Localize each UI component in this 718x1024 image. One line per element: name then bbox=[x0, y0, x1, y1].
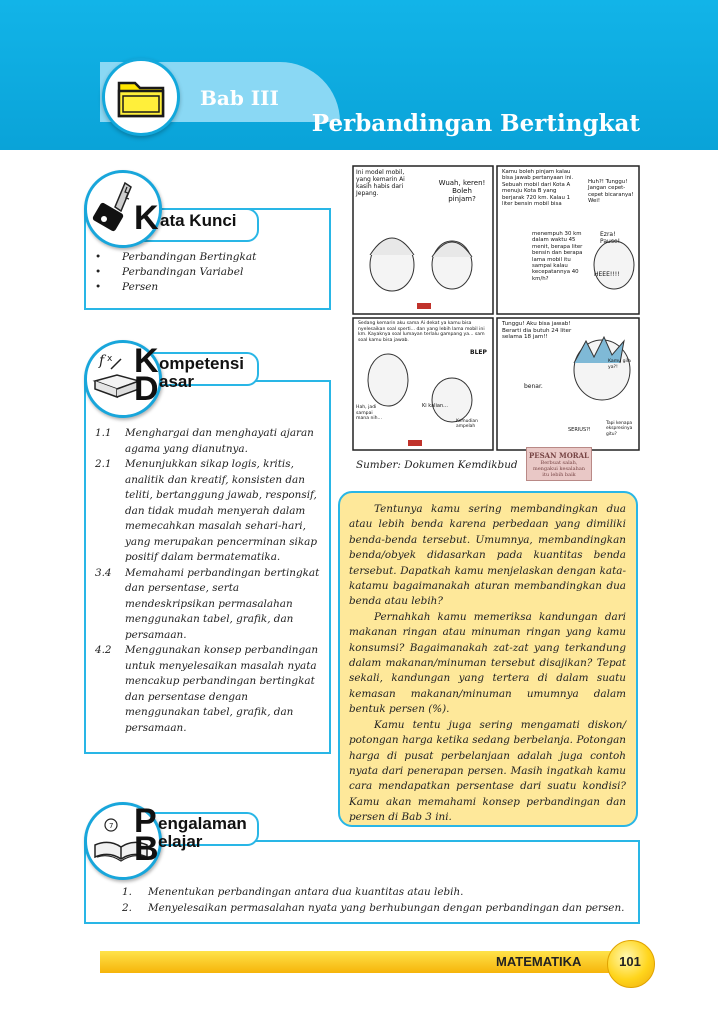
comic-illustration: Ini model mobil, yang kemarin Ai kasih h… bbox=[352, 165, 640, 452]
item-number: 1.1 bbox=[95, 427, 112, 439]
pengalaman-heading: engalaman bbox=[158, 814, 247, 833]
item-text: Menunjukkan sikap logis, kritis, analiti… bbox=[125, 458, 317, 563]
sound-effect: BLEP bbox=[470, 349, 487, 356]
pengalaman-belajar-list: 1. Menentukan perbandingan antara dua kua… bbox=[122, 884, 624, 916]
item-text: Menentukan perbandingan antara dua kuant… bbox=[148, 886, 464, 898]
moral-stamp: PESAN MORAL Berbuat salah, mengakui kesa… bbox=[526, 447, 592, 481]
chapter-icon-badge bbox=[102, 58, 180, 136]
list-item: 1.1 Menghargai dan menghayati ajaran agam… bbox=[95, 426, 325, 457]
speech-bubble: Kemudian ampelah bbox=[456, 419, 478, 430]
speech-bubble: Wuah, keren! Boleh pinjam? bbox=[438, 179, 486, 203]
item-text: Menggunakan konsep perbandingan untuk me… bbox=[125, 644, 319, 734]
list-item: 4.2 Menggunakan konsep perbandingan untuk… bbox=[95, 643, 325, 736]
item-number: 3.4 bbox=[95, 566, 112, 579]
footer-subject: MATEMATIKA bbox=[496, 954, 582, 969]
item-number: 2. bbox=[122, 902, 132, 914]
item-number: 2.1 bbox=[95, 458, 112, 470]
kompetensi-dasar-list: 1.1 Menghargai dan menghayati ajaran agam… bbox=[95, 426, 325, 736]
speech-bubble: SERIUS?! bbox=[568, 427, 591, 433]
comic-strip bbox=[352, 165, 640, 451]
speech-bubble: Kamu gila ya?! bbox=[608, 359, 631, 370]
list-item: Persen bbox=[95, 280, 256, 295]
dasar-heading: asar bbox=[159, 372, 194, 391]
speech-bubble: Sedang kemarin aku sama Ai dekat ya kamu… bbox=[358, 321, 485, 343]
belajar-heading: elajar bbox=[158, 832, 203, 851]
speech-bubble: Ini model mobil, yang kemarin Ai kasih h… bbox=[356, 169, 405, 197]
speech-bubble: menempuh 30 km dalam waktu 45 menit, ber… bbox=[532, 231, 583, 282]
speech-bubble: HEEE!!!! bbox=[594, 271, 620, 278]
list-item: 3.4 Memahami perbandingan bertingkat dan … bbox=[95, 566, 325, 644]
list-item: 2.1 Menunjukkan sikap logis, kritis, anal… bbox=[95, 457, 325, 566]
list-item: Perbandingan Variabel bbox=[95, 265, 256, 280]
speech-bubble: Ezra! Pause! bbox=[600, 231, 621, 245]
chapter-number: Bab III bbox=[200, 86, 279, 110]
chapter-title: Perbandingan Bertingkat bbox=[311, 110, 640, 137]
list-item: 2. Menyelesaikan permasalahan nyata yang … bbox=[122, 900, 624, 916]
item-text: Menyelesaikan permasalahan nyata yang be… bbox=[148, 902, 625, 914]
svg-text:7: 7 bbox=[109, 822, 113, 830]
list-item: Perbandingan Bertingkat bbox=[95, 250, 256, 265]
intro-paragraph: Kamu tentu juga sering mengamati diskon/… bbox=[349, 718, 626, 824]
belajar-initial: B bbox=[134, 830, 159, 868]
intro-paragraph: Tentunya kamu sering membandingkan dua a… bbox=[349, 503, 626, 608]
speech-bubble: benar. bbox=[524, 383, 543, 390]
kata-kunci-list: Perbandingan Bertingkat Perbandingan Var… bbox=[95, 250, 256, 295]
item-number: 1. bbox=[122, 886, 132, 898]
folder-icon bbox=[117, 81, 165, 118]
item-text: Memahami perbandingan bertingkat dan per… bbox=[125, 566, 320, 641]
speech-bubble: Tapi kenapa ekspresinya gitu? bbox=[606, 421, 633, 437]
page-number: 101 bbox=[619, 954, 641, 969]
list-item: 1. Menentukan perbandingan antara dua kua… bbox=[122, 884, 624, 900]
kata-kunci-initial: K bbox=[134, 199, 159, 237]
dasar-initial: D bbox=[134, 370, 159, 408]
kata-kunci-heading: ata Kunci bbox=[160, 211, 237, 230]
speech-bubble: Tunggu! Aku bisa jawab! Berarti dia butu… bbox=[502, 321, 572, 341]
speech-bubble: Huh?! Tunggu! Jangan cepet-cepet bicaran… bbox=[588, 179, 634, 205]
speech-bubble: Ki kalian... bbox=[422, 403, 448, 409]
svg-text:x: x bbox=[107, 354, 113, 364]
kompetensi-heading: ompetensi bbox=[159, 354, 245, 373]
stamp-text: Berbuat salah, mengakui kesalahan itu le… bbox=[532, 460, 586, 478]
speech-bubble: Hah, jadi sampai mana nih... bbox=[356, 405, 382, 422]
stamp-title: PESAN MORAL bbox=[529, 451, 589, 460]
intro-text-box: Tentunya kamu sering membandingkan dua a… bbox=[338, 491, 638, 827]
item-text: Menghargai dan menghayati ajaran agama y… bbox=[125, 427, 314, 455]
image-source-caption: Sumber: Dokumen Kemdikbud bbox=[356, 459, 518, 471]
speech-bubble: Kamu boleh pinjam kalau bisa jawab perta… bbox=[502, 169, 574, 208]
intro-paragraph: Pernahkah kamu memeriksa kandungan dari … bbox=[349, 610, 626, 716]
item-number: 4.2 bbox=[95, 644, 112, 656]
svg-text:f: f bbox=[98, 353, 107, 369]
